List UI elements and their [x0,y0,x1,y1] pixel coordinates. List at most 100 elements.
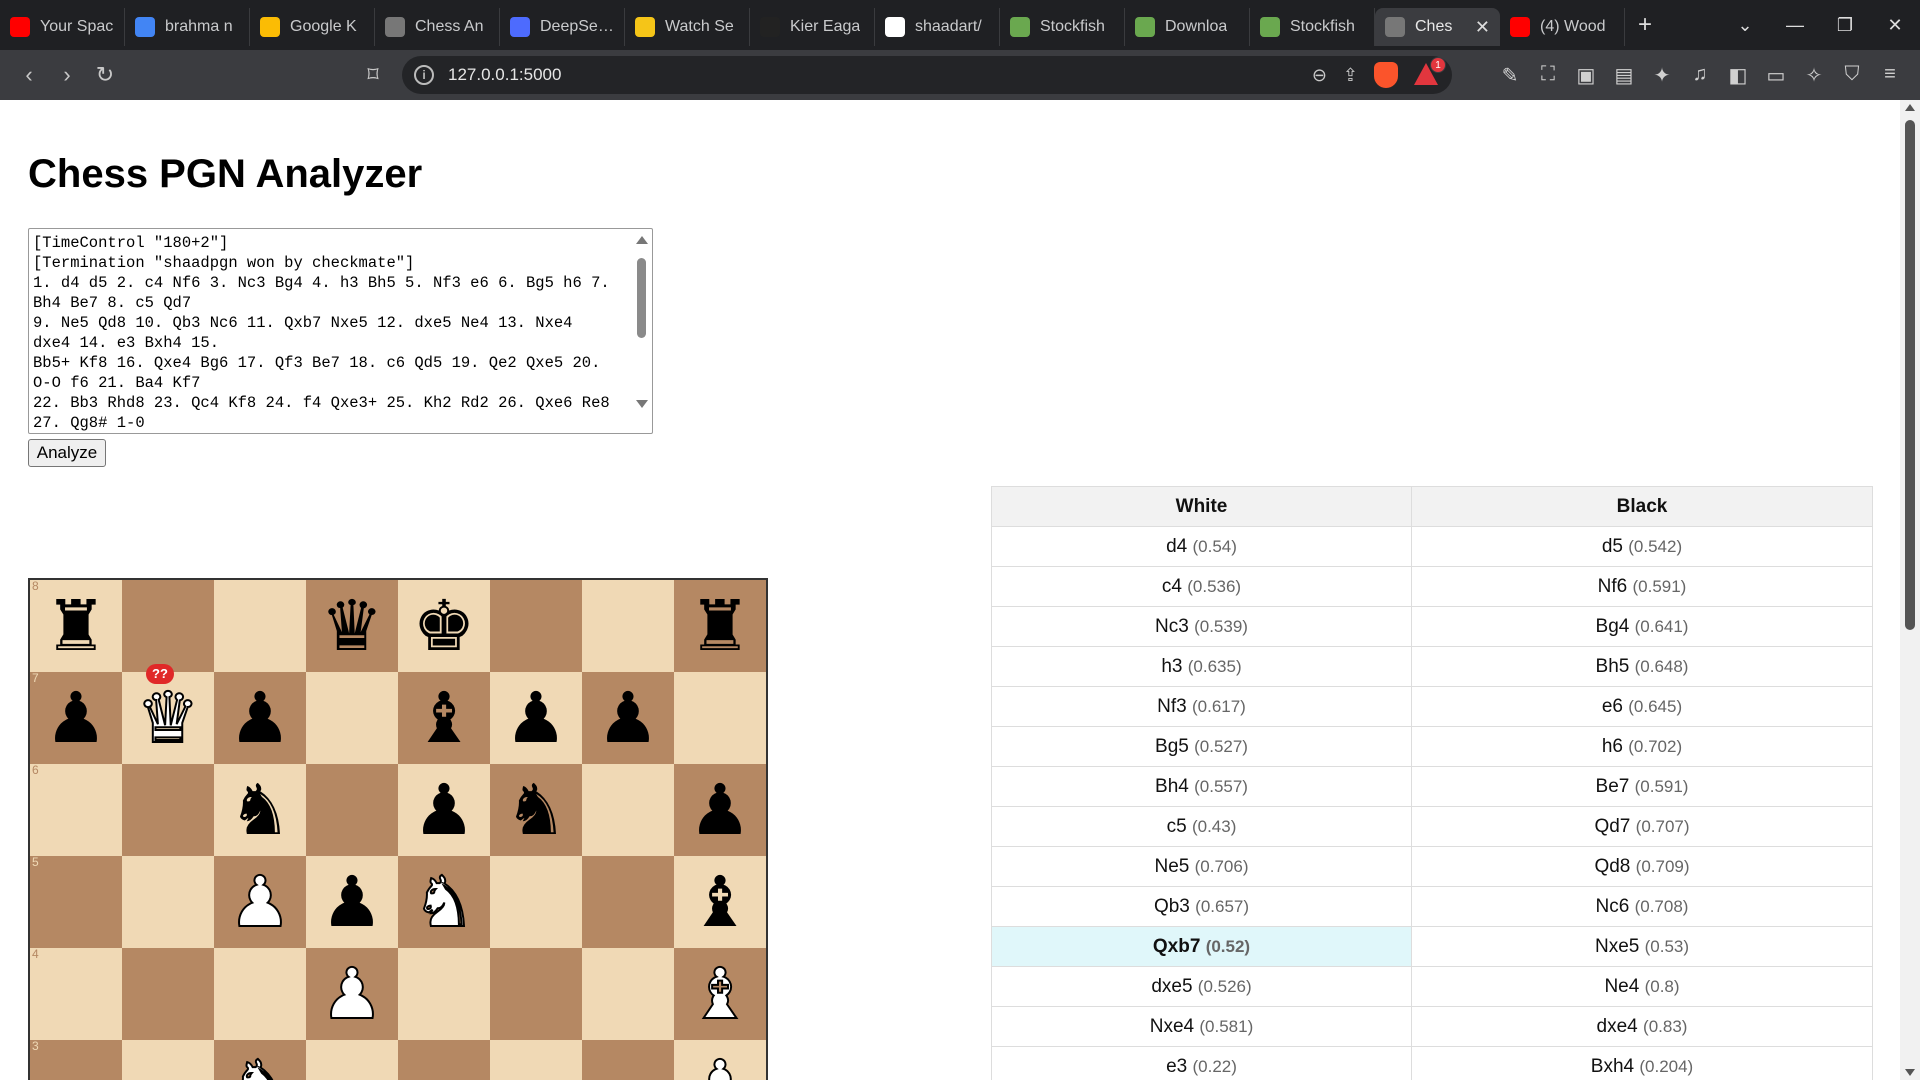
square-a5[interactable]: 5 [30,856,122,948]
square-a4[interactable]: 4 [30,948,122,1040]
square-e5[interactable]: ♞ [398,856,490,948]
square-c6[interactable]: ♞ [214,764,306,856]
black-pawn-icon[interactable]: ♟ [413,775,476,845]
browser-tab[interactable]: Stockfish [1250,8,1375,46]
square-b3[interactable] [122,1040,214,1080]
square-g5[interactable] [582,856,674,948]
chess-board[interactable]: ?? 8♜♛♚♜7♟♛♟♝♟♟6♞♟♞♟5♟♟♞♝4♟♝3♞♟ [28,578,768,1080]
square-f6[interactable]: ♞ [490,764,582,856]
black-pawn-icon[interactable]: ♟ [505,683,568,753]
browser-tab[interactable]: Your Spac [0,8,125,46]
square-f7[interactable]: ♟ [490,672,582,764]
white-move-cell[interactable]: Ne5 (0.706) [991,846,1412,887]
close-tab-icon[interactable]: ✕ [1475,17,1490,38]
extension-icon[interactable]: ▤ [1614,63,1634,88]
site-info-icon[interactable]: i [414,65,434,85]
square-a8[interactable]: 8 ♜ [30,580,122,672]
square-f3[interactable] [490,1040,582,1080]
scrollbar-thumb[interactable] [1905,120,1915,630]
square-f8[interactable] [490,580,582,672]
white-move-cell[interactable]: e3 (0.22) [991,1046,1412,1080]
white-move-cell[interactable]: Nxe4 (0.581) [991,1006,1412,1047]
black-king-icon[interactable]: ♚ [413,591,476,661]
white-move-cell[interactable]: c4 (0.536) [991,566,1412,607]
menu-icon[interactable]: ≡ [1880,63,1900,88]
browser-tab[interactable]: Stockfish [1000,8,1125,46]
zoom-icon[interactable]: ⊖ [1312,65,1327,86]
vpn-icon[interactable]: ⛉ [1842,63,1862,88]
white-move-cell[interactable]: dxe5 (0.526) [991,966,1412,1007]
square-f5[interactable] [490,856,582,948]
black-knight-icon[interactable]: ♞ [505,775,568,845]
square-h3[interactable]: ♟ [674,1040,766,1080]
black-pawn-icon[interactable]: ♟ [229,683,292,753]
square-e3[interactable] [398,1040,490,1080]
square-e6[interactable]: ♟ [398,764,490,856]
black-move-cell[interactable]: Nf6 (0.591) [1411,566,1873,607]
black-move-cell[interactable]: Qd8 (0.709) [1411,846,1873,887]
close-window-icon[interactable]: ✕ [1870,15,1920,36]
black-move-cell[interactable]: e6 (0.645) [1411,686,1873,727]
wallet-icon[interactable]: ▭ [1766,63,1786,88]
square-b7[interactable]: ♛ [122,672,214,764]
white-bishop-icon[interactable]: ♝ [688,958,753,1030]
square-h8[interactable]: ♜ [674,580,766,672]
white-move-cell[interactable]: Bg5 (0.527) [991,726,1412,767]
black-move-cell[interactable]: dxe4 (0.83) [1411,1006,1873,1047]
bookmark-icon[interactable]: ⌑ [354,62,392,88]
white-pawn-icon[interactable]: ♟ [320,958,385,1030]
page-scrollbar[interactable] [1900,100,1920,1080]
browser-tab[interactable]: Kier Eaga [750,8,875,46]
square-d7[interactable] [306,672,398,764]
extension-icon[interactable]: ▣ [1576,63,1596,88]
black-move-cell[interactable]: Nxe5 (0.53) [1411,926,1873,967]
browser-tab[interactable]: Chess An [375,8,500,46]
brave-shields-icon[interactable] [1374,62,1398,88]
white-knight-icon[interactable]: ♞ [412,866,477,938]
browser-tab[interactable]: Ches ✕ [1375,8,1500,46]
square-c4[interactable] [214,948,306,1040]
square-b8[interactable] [122,580,214,672]
black-pawn-icon[interactable]: ♟ [45,683,108,753]
white-move-cell[interactable]: Bh4 (0.557) [991,766,1412,807]
square-g8[interactable] [582,580,674,672]
minimize-icon[interactable]: — [1770,15,1820,36]
browser-tab[interactable]: Downloa [1125,8,1250,46]
tab-search-icon[interactable]: ⌄ [1720,15,1770,36]
black-move-cell[interactable]: Qd7 (0.707) [1411,806,1873,847]
white-move-cell[interactable]: d4 (0.54) [991,526,1412,567]
browser-tab[interactable]: DeepSeek [500,8,625,46]
white-move-cell[interactable]: c5 (0.43) [991,806,1412,847]
analyze-button[interactable]: Analyze [28,439,106,467]
square-e8[interactable]: ♚ [398,580,490,672]
black-queen-icon[interactable]: ♛ [321,591,384,661]
eyedropper-icon[interactable]: ✎ [1500,63,1520,88]
leo-icon[interactable]: ✧ [1804,63,1824,88]
puzzle-icon[interactable]: ✦ [1652,63,1672,88]
square-c5[interactable]: ♟ [214,856,306,948]
square-b4[interactable] [122,948,214,1040]
square-f4[interactable] [490,948,582,1040]
square-a3[interactable]: 3 [30,1040,122,1080]
square-d5[interactable]: ♟ [306,856,398,948]
share-icon[interactable]: ⇪ [1343,65,1358,86]
reload-button[interactable]: ↻ [86,56,124,94]
black-knight-icon[interactable]: ♞ [229,775,292,845]
forward-button[interactable]: › [48,56,86,94]
black-pawn-icon[interactable]: ♟ [321,867,384,937]
square-e7[interactable]: ♝ [398,672,490,764]
square-g4[interactable] [582,948,674,1040]
browser-tab[interactable]: brahma n [125,8,250,46]
square-g7[interactable]: ♟ [582,672,674,764]
address-bar[interactable]: i 127.0.0.1:5000 ⊖ ⇪ 1 [402,56,1452,94]
screenshot-icon[interactable]: ⛶ [1538,63,1558,88]
black-bishop-icon[interactable]: ♝ [413,683,476,753]
black-move-cell[interactable]: Nc6 (0.708) [1411,886,1873,927]
music-icon[interactable]: ♫ [1690,63,1710,88]
black-move-cell[interactable]: Be7 (0.591) [1411,766,1873,807]
square-h7[interactable] [674,672,766,764]
white-move-cell[interactable]: Nc3 (0.539) [991,606,1412,647]
square-d6[interactable] [306,764,398,856]
white-move-cell[interactable]: h3 (0.635) [991,646,1412,687]
square-d3[interactable] [306,1040,398,1080]
